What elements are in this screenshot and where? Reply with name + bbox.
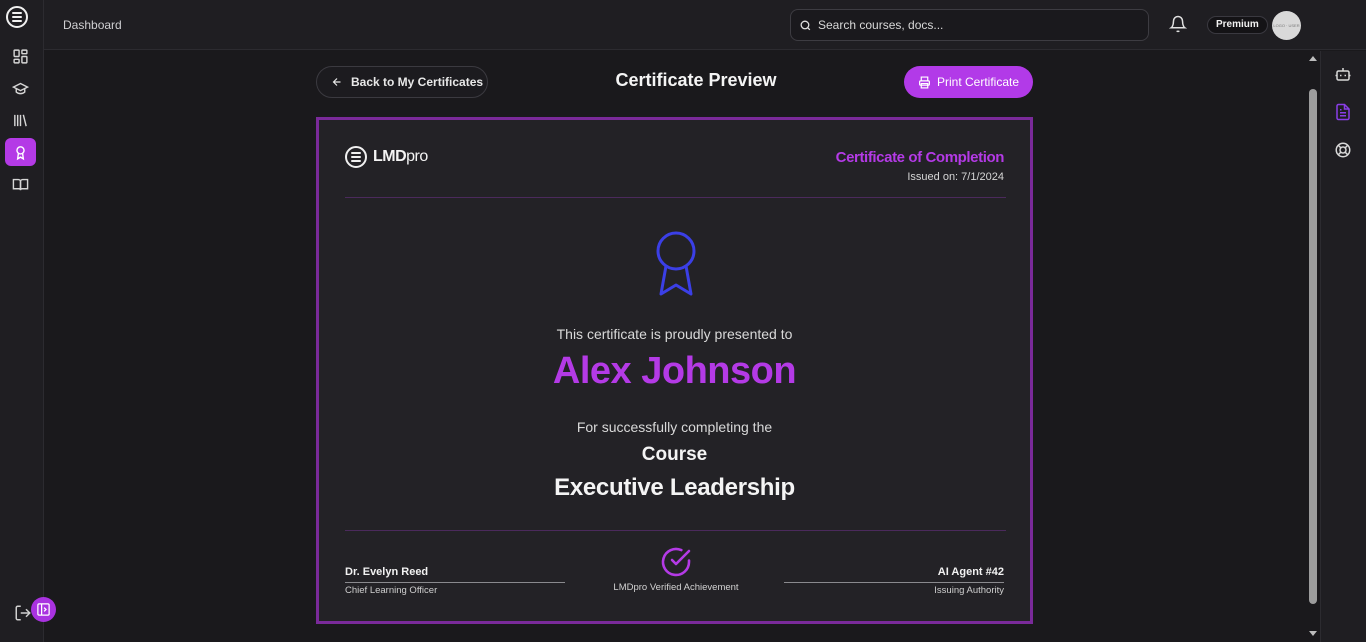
signatory-name: AI Agent #42: [937, 566, 1004, 578]
notes-icon[interactable]: [1334, 103, 1352, 121]
arrow-left-icon: [332, 78, 341, 86]
print-button-label: Print Certificate: [937, 75, 1020, 89]
help-lifebuoy-icon[interactable]: [1334, 141, 1352, 159]
verified-text: LMDpro Verified Achievement: [613, 582, 739, 593]
scroll-down-arrow-icon[interactable]: [1309, 631, 1317, 636]
course-type: Course: [641, 444, 708, 465]
bot-icon[interactable]: [1334, 65, 1352, 83]
signature-line: [784, 582, 1004, 583]
signature-left: Dr. Evelyn Reed Chief Learning Officer: [345, 566, 565, 596]
app-root: Dashboard Premium LOGO · USER Back to My…: [0, 0, 1366, 642]
brand-name: LMDpro: [373, 148, 428, 165]
top-header: Dashboard Premium LOGO · USER: [44, 0, 1366, 50]
sidebar-item-certificates[interactable]: [5, 138, 36, 166]
sidebar-item-dashboard[interactable]: [5, 42, 36, 70]
book-open-icon: [12, 178, 29, 190]
certificate-brand-logo: LMDpro: [345, 146, 428, 168]
signatory-name: Dr. Evelyn Reed: [345, 566, 429, 578]
grid-icon: [13, 48, 28, 64]
award-icon: [16, 145, 25, 160]
course-name: Executive Leadership: [554, 474, 795, 501]
back-button-label: Back to My Certificates: [351, 75, 484, 89]
app-logo-icon[interactable]: [6, 6, 28, 28]
search-icon: [800, 20, 811, 30]
completing-text: For successfully completing the: [576, 419, 773, 435]
signature-right: AI Agent #42 Issuing Authority: [784, 566, 1004, 596]
presented-text: This certificate is proudly presented to: [556, 326, 793, 342]
panel-toggle-icon: [37, 603, 50, 616]
plan-badge[interactable]: Premium: [1207, 16, 1268, 34]
search-input[interactable]: [818, 18, 1118, 32]
left-sidebar: [0, 0, 44, 642]
certificate-card: LMDpro Certificate of Completion Issued …: [316, 117, 1033, 624]
issue-date: Issued on: 7/1/2024: [907, 171, 1004, 183]
search-box[interactable]: [790, 9, 1149, 41]
breadcrumb[interactable]: Dashboard: [63, 18, 122, 32]
sidebar-toggle-button[interactable]: [31, 597, 56, 622]
logout-icon[interactable]: [14, 604, 32, 622]
verified-badge: LMDpro Verified Achievement: [590, 546, 762, 593]
sidebar-item-notebook[interactable]: [5, 170, 36, 198]
sidebar-item-library[interactable]: [5, 106, 36, 134]
divider: [345, 197, 1006, 198]
avatar[interactable]: LOGO · USER: [1272, 11, 1301, 40]
printer-icon: [919, 75, 930, 89]
page-title: Certificate Preview: [615, 70, 777, 90]
recipient-name: Alex Johnson: [552, 350, 797, 392]
divider: [345, 530, 1006, 531]
right-rail: [1320, 51, 1366, 642]
library-icon: [14, 114, 27, 126]
scrollbar[interactable]: [1306, 51, 1320, 642]
signature-line: [345, 582, 565, 583]
signatory-role: Chief Learning Officer: [345, 585, 438, 596]
back-to-certificates-button[interactable]: Back to My Certificates: [316, 66, 488, 98]
print-certificate-button[interactable]: Print Certificate: [904, 66, 1033, 98]
bell-icon[interactable]: [1169, 15, 1187, 33]
check-circle-icon: [661, 547, 691, 577]
sidebar-item-courses[interactable]: [5, 74, 36, 102]
lmdpro-logo-icon: [345, 146, 367, 168]
graduation-cap-icon: [12, 82, 29, 94]
award-ribbon-icon: [656, 231, 696, 296]
certificate-type: Certificate of Completion: [835, 149, 1005, 166]
signatory-role: Issuing Authority: [934, 585, 1004, 596]
scrollbar-thumb[interactable]: [1309, 89, 1317, 604]
scroll-up-arrow-icon[interactable]: [1309, 56, 1317, 61]
